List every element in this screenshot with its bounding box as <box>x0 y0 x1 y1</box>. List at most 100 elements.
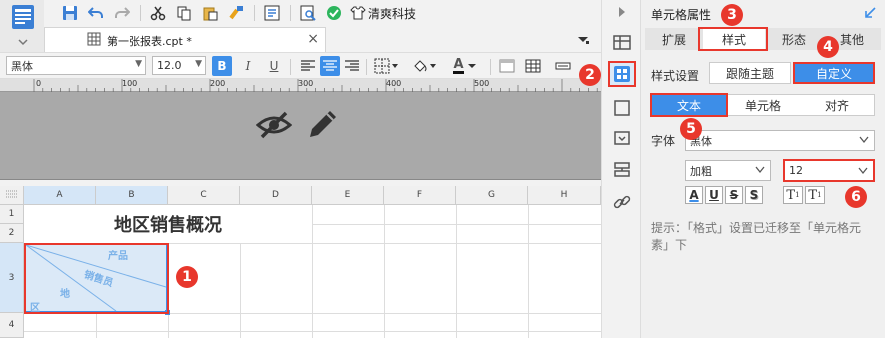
report-header-area <box>0 92 601 180</box>
panel-font-select[interactable]: 黑体 <box>685 130 875 151</box>
subtab-text[interactable]: 文本 <box>650 93 728 117</box>
hide-icon[interactable] <box>255 109 293 141</box>
superscript-toggle[interactable]: T1 <box>783 186 803 204</box>
app-menu-tile[interactable] <box>0 0 44 52</box>
dock-arrow-icon[interactable] <box>863 6 877 20</box>
toolbar-divider <box>490 59 491 75</box>
preview-icon[interactable] <box>298 3 318 23</box>
column-header[interactable]: B <box>96 186 168 205</box>
migration-tip: 提示：「格式」设置已迁移至「单元格元素」下 <box>651 221 862 252</box>
column-header[interactable]: H <box>528 186 601 205</box>
subtab-cell[interactable]: 单元格 <box>726 95 800 115</box>
format-painter-icon[interactable] <box>226 3 246 23</box>
font-name: 黑体 <box>11 59 33 73</box>
tab-menu-icon[interactable] <box>575 32 591 48</box>
ruler-mark: 400 <box>386 79 402 88</box>
custom-option[interactable]: 自定义 <box>793 62 875 84</box>
font-select[interactable]: 黑体 ▼ <box>6 56 146 75</box>
cell-style-icon[interactable] <box>497 56 517 76</box>
bold-button[interactable]: B <box>212 56 232 76</box>
cell-element-icon[interactable] <box>612 32 632 52</box>
designer-area: 清爽科技 第一张报表.cpt * × 黑体 ▼ 12.0 ▼ B I U A 0… <box>0 0 601 338</box>
cell-attribute-icon[interactable] <box>608 61 636 87</box>
tab-title: 第一张报表.cpt * <box>107 35 192 48</box>
annotation-badge: 1 <box>176 266 198 288</box>
ruler-mark: 500 <box>474 79 490 88</box>
shadow-toggle[interactable]: S <box>745 186 763 204</box>
subscript-mark: 1 <box>817 191 822 199</box>
edit-pencil-icon[interactable] <box>306 107 342 143</box>
row-header[interactable]: 1 <box>0 205 24 224</box>
widget-icon[interactable] <box>612 128 632 148</box>
ruler-mark: 0 <box>36 79 42 88</box>
tab-expand[interactable]: 扩展 <box>645 28 703 50</box>
underline-toggle[interactable]: U <box>705 186 723 204</box>
app-logo-icon <box>12 5 34 46</box>
border-icon[interactable] <box>372 56 402 76</box>
subscript-toggle[interactable]: T1 <box>805 186 825 204</box>
fill-color-icon[interactable] <box>410 56 440 76</box>
main-toolbar: 清爽科技 <box>0 0 601 27</box>
tab-close-icon[interactable]: × <box>307 31 319 47</box>
column-header[interactable]: E <box>312 186 384 205</box>
undo-icon[interactable] <box>86 3 106 23</box>
annotation-badge: 6 <box>845 186 867 208</box>
row-header[interactable]: 4 <box>0 313 24 338</box>
grid-line <box>312 224 601 225</box>
report-title-cell[interactable]: 地区销售概况 <box>24 205 312 243</box>
check-icon[interactable] <box>324 3 344 23</box>
collapse-arrow-icon[interactable] <box>616 6 628 18</box>
chevron-down-icon: ▼ <box>135 59 142 69</box>
strikethrough-toggle[interactable]: S <box>725 186 743 204</box>
template-icon[interactable] <box>262 3 282 23</box>
underline-button[interactable]: U <box>264 56 284 76</box>
redo-icon[interactable] <box>112 3 132 23</box>
column-header[interactable]: D <box>240 186 312 205</box>
annotation-badge: 5 <box>680 118 702 140</box>
more-tools-icon[interactable] <box>553 56 573 76</box>
hyperlink-icon[interactable] <box>612 192 632 212</box>
column-header[interactable]: C <box>168 186 240 205</box>
column-header[interactable]: G <box>456 186 528 205</box>
panel-font-size-select[interactable]: 12 <box>783 159 875 182</box>
float-element-icon[interactable] <box>612 98 632 118</box>
row-header[interactable]: 3 <box>0 243 24 313</box>
cut-icon[interactable] <box>148 3 168 23</box>
subtab-align[interactable]: 对齐 <box>800 95 874 115</box>
italic-button[interactable]: I <box>238 56 258 76</box>
ruler-mark: 300 <box>298 79 314 88</box>
font-size: 12.0 <box>157 59 182 72</box>
format-bar: 黑体 ▼ 12.0 ▼ B I U A <box>0 52 601 79</box>
follow-theme-option[interactable]: 跟随主题 <box>709 62 791 84</box>
superscript-mark: 1 <box>795 191 800 199</box>
table-icon[interactable] <box>523 56 543 76</box>
toolbar-divider <box>290 5 291 21</box>
align-right-icon[interactable] <box>342 56 362 76</box>
tab-form[interactable]: 形态 <box>765 28 823 50</box>
ruler: 0 100 200 300 400 500 <box>0 79 601 92</box>
font-color-swatch[interactable]: A <box>685 186 703 204</box>
save-icon[interactable] <box>60 3 80 23</box>
copy-icon[interactable] <box>174 3 194 23</box>
font-size-select[interactable]: 12.0 ▼ <box>152 56 206 75</box>
select-all-corner[interactable] <box>0 186 24 205</box>
cell-property-panel: 单元格属性 扩展 样式 形态 其他 样式设置 跟随主题 自定义 文本 单元格 对… <box>641 0 885 338</box>
condition-attribute-icon[interactable] <box>612 160 632 180</box>
font-color-letter: A <box>453 57 464 74</box>
brand-button[interactable]: 清爽科技 <box>350 3 420 23</box>
tab-report[interactable]: 第一张报表.cpt * × <box>44 27 326 52</box>
align-left-icon[interactable] <box>298 56 318 76</box>
grid-line <box>96 313 97 338</box>
row-header[interactable]: 2 <box>0 224 24 243</box>
grid-line <box>240 243 241 338</box>
brand-button-label: 清爽科技 <box>368 6 417 21</box>
font-label: 字体 <box>651 134 676 148</box>
paste-icon[interactable] <box>200 3 220 23</box>
align-center-icon[interactable] <box>320 56 340 76</box>
chevron-down-icon <box>859 136 869 144</box>
toolbar-divider <box>366 59 367 75</box>
font-weight-select[interactable]: 加粗 <box>685 160 771 181</box>
column-header[interactable]: F <box>384 186 456 205</box>
column-header[interactable]: A <box>24 186 96 205</box>
font-color-button[interactable]: A <box>450 56 480 76</box>
